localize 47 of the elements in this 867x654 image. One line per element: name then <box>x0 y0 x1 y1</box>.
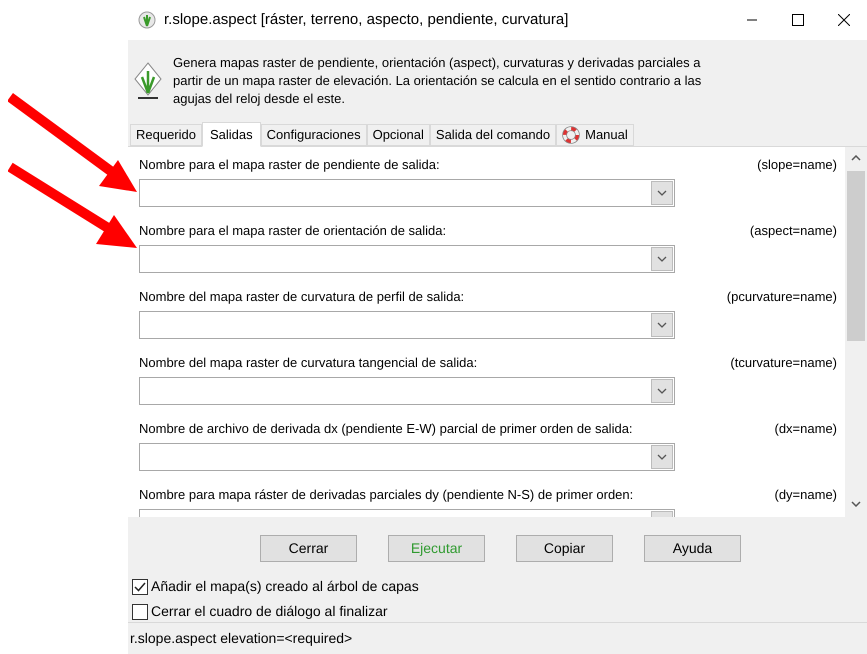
scroll-up-icon[interactable] <box>851 154 861 161</box>
combo-box[interactable] <box>139 310 675 339</box>
tab[interactable]: Requerido <box>130 124 202 146</box>
checkbox[interactable] <box>132 604 148 620</box>
field-label: Nombre para mapa ráster de derivadas parciales dy (pendiente N-S) de primer orden: <box>139 486 634 504</box>
dropdown-caret-icon <box>657 322 667 328</box>
window-title: r.slope.aspect [ráster, terreno, aspecto, pendiente, curvatura] <box>164 10 568 30</box>
tab[interactable]: Opcional <box>366 124 430 146</box>
dropdown-caret-icon <box>657 190 667 196</box>
parameter-name: (tcurvature=name) <box>730 354 837 372</box>
close-icon[interactable] <box>838 14 850 26</box>
parameter-name: (dx=name) <box>774 420 837 438</box>
combo-box[interactable] <box>139 442 675 471</box>
parameter-name: (slope=name) <box>757 156 837 174</box>
dropdown-caret-icon <box>657 388 667 394</box>
dropdown-caret-icon <box>657 454 667 460</box>
tab[interactable]: Salidas <box>202 122 261 147</box>
dropdown-caret-icon <box>657 256 667 262</box>
combo-box[interactable] <box>139 376 675 405</box>
parameter-name: (pcurvature=name) <box>726 288 837 306</box>
tab[interactable]: Salida del comando <box>430 124 556 146</box>
checkbox[interactable] <box>132 578 148 595</box>
dialog-button[interactable]: Cerrar <box>260 535 357 562</box>
tab[interactable]: Configuraciones <box>260 124 367 146</box>
field-label: Nombre del mapa raster de curvatura de perfil de salida: <box>139 288 464 306</box>
combo-box[interactable] <box>139 244 675 273</box>
dialog-button[interactable]: Copiar <box>516 535 613 562</box>
module-description: Genera mapas raster de pendiente, orientación (aspect), curvaturas y derivadas parciales a partir de un mapa raster de elevación. La orientación se calcula en el sentido contrario a las agujas del reloj desde el este. <box>173 54 702 108</box>
checkbox-label: Cerrar el cuadro de diálogo al finalizar <box>151 602 388 622</box>
parameter-name: (aspect=name) <box>750 222 837 240</box>
dialog-button[interactable]: Ayuda <box>644 535 741 562</box>
maximize-icon[interactable] <box>792 14 804 26</box>
module-icon <box>133 60 163 101</box>
scroll-down-icon[interactable] <box>851 501 861 508</box>
tab[interactable]: Manual <box>556 124 634 146</box>
scrollbar-thumb[interactable] <box>847 170 865 341</box>
checkbox-label: Añadir el mapa(s) creado al árbol de capas <box>151 577 419 596</box>
lifebuoy-icon <box>562 126 580 144</box>
field-label: Nombre del mapa raster de curvatura tangencial de salida: <box>139 354 478 372</box>
status-bar-text: r.slope.aspect elevation=<required> <box>130 629 352 648</box>
field-label: Nombre para el mapa raster de pendiente de salida: <box>139 156 440 174</box>
field-label: Nombre para el mapa raster de orientación de salida: <box>139 222 446 240</box>
parameter-name: (dy=name) <box>774 486 837 504</box>
field-label: Nombre de archivo de derivada dx (pendiente E-W) parcial de primer orden de salida: <box>139 420 633 438</box>
combo-box[interactable] <box>139 178 675 207</box>
app-icon <box>138 10 156 29</box>
scrollbar[interactable] <box>845 146 867 518</box>
